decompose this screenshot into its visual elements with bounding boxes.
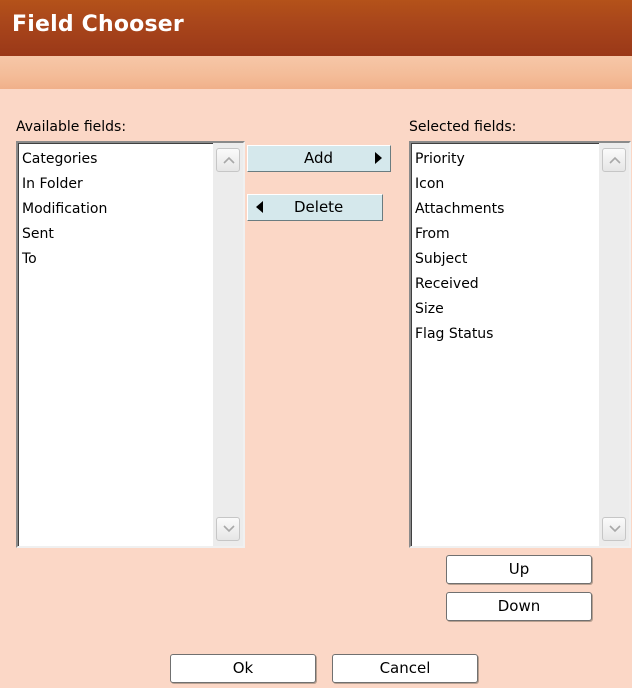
- down-button[interactable]: Down: [446, 592, 592, 621]
- title-bar: Field Chooser: [0, 0, 632, 56]
- up-button[interactable]: Up: [446, 555, 592, 584]
- add-button[interactable]: Add: [247, 145, 391, 172]
- field-chooser-dialog: Field Chooser Available fields: Categori…: [0, 0, 632, 688]
- selected-fields-label: Selected fields:: [409, 119, 517, 135]
- delete-button-label: Delete: [294, 198, 344, 216]
- triangle-right-icon: [375, 152, 382, 164]
- triangle-left-icon: [256, 201, 263, 213]
- selected-fields-list[interactable]: Priority Icon Attachments From Subject Receiv…: [409, 141, 631, 548]
- selected-field-item[interactable]: From: [415, 222, 629, 247]
- dialog-title: Field Chooser: [12, 12, 184, 37]
- available-scroll-down-button[interactable]: [216, 517, 240, 541]
- available-field-item[interactable]: Categories: [22, 147, 243, 172]
- selected-field-item[interactable]: Attachments: [415, 197, 629, 222]
- selected-scroll-down-button[interactable]: [602, 517, 626, 541]
- available-field-item[interactable]: Sent: [22, 222, 243, 247]
- sub-header-bar: [0, 56, 632, 89]
- selected-field-item[interactable]: Subject: [415, 247, 629, 272]
- selected-field-item[interactable]: Size: [415, 297, 629, 322]
- available-field-item[interactable]: To: [22, 247, 243, 272]
- available-field-item[interactable]: In Folder: [22, 172, 243, 197]
- selected-field-item[interactable]: Icon: [415, 172, 629, 197]
- chevron-down-icon: [223, 525, 235, 533]
- selected-field-item[interactable]: Priority: [415, 147, 629, 172]
- chevron-up-icon: [609, 156, 621, 164]
- available-field-item[interactable]: Modification: [22, 197, 243, 222]
- available-fields-label: Available fields:: [16, 119, 127, 135]
- cancel-button[interactable]: Cancel: [332, 654, 478, 683]
- delete-button[interactable]: Delete: [247, 194, 383, 221]
- add-button-label: Add: [304, 149, 334, 167]
- available-fields-list[interactable]: Categories In Folder Modification Sent To: [16, 141, 245, 548]
- selected-field-item[interactable]: Flag Status: [415, 322, 629, 347]
- chevron-down-icon: [609, 525, 621, 533]
- ok-button[interactable]: Ok: [170, 654, 316, 683]
- available-scrollbar[interactable]: [213, 143, 243, 546]
- available-scroll-up-button[interactable]: [216, 148, 240, 172]
- selected-scroll-up-button[interactable]: [602, 148, 626, 172]
- selected-scrollbar[interactable]: [599, 143, 629, 546]
- chevron-up-icon: [223, 156, 235, 164]
- selected-field-item[interactable]: Received: [415, 272, 629, 297]
